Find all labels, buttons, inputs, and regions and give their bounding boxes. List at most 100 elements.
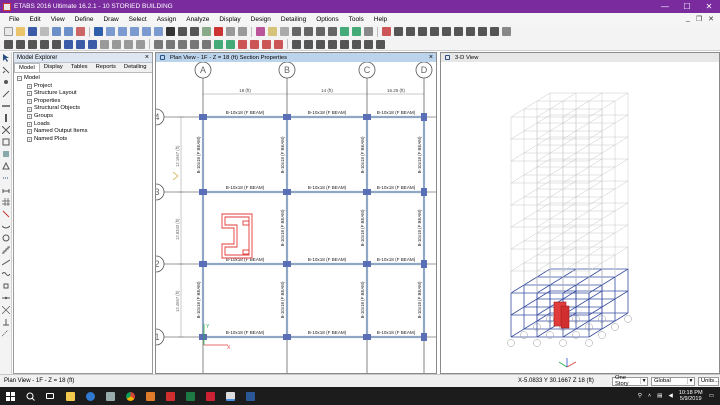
file-explorer-icon[interactable]: [60, 387, 80, 405]
close-icon[interactable]: ×: [145, 54, 152, 61]
selected-core-3d[interactable]: [553, 301, 570, 329]
draw-brace-icon[interactable]: [328, 27, 337, 36]
show-loads-icon[interactable]: [238, 39, 247, 49]
new-model-icon[interactable]: [4, 27, 13, 36]
draw-column-icon[interactable]: [316, 27, 325, 36]
load-combo-icon[interactable]: [136, 39, 145, 49]
filter-icon[interactable]: [442, 27, 451, 36]
pier-label-icon[interactable]: [214, 39, 223, 49]
tree-node-named-output-items[interactable]: + Named Output Items: [17, 128, 149, 136]
start-button[interactable]: [0, 387, 20, 405]
autocad-icon[interactable]: [200, 387, 220, 405]
steel-design-icon[interactable]: [304, 39, 313, 49]
edge-browser-icon[interactable]: [80, 387, 100, 405]
snap-intersection-icon[interactable]: [1, 306, 10, 314]
tree-node-project[interactable]: + Project: [17, 83, 149, 91]
menu-detailing[interactable]: Detailing: [276, 16, 311, 23]
elevation-view-icon[interactable]: [190, 27, 199, 36]
tab-display[interactable]: Display: [40, 63, 67, 72]
menu-assign[interactable]: Assign: [152, 16, 182, 23]
force-diagram-icon[interactable]: [262, 39, 271, 49]
draw-wave-icon[interactable]: [1, 270, 10, 278]
chrome-icon[interactable]: [120, 387, 140, 405]
zoom-window-icon[interactable]: [106, 27, 115, 36]
close-icon[interactable]: ×: [429, 54, 436, 61]
snap-extension-icon[interactable]: [1, 330, 10, 338]
zoom-out-icon[interactable]: [130, 27, 139, 36]
maximize-button[interactable]: ☐: [676, 0, 698, 13]
menu-view[interactable]: View: [46, 16, 70, 23]
deformed-shape-icon[interactable]: [250, 39, 259, 49]
draw-wall-icon[interactable]: [2, 150, 10, 158]
expand-icon[interactable]: +: [27, 83, 32, 89]
draw-link-icon[interactable]: [2, 174, 10, 182]
options-icon[interactable]: [502, 27, 511, 36]
spandrel-label-icon[interactable]: [226, 39, 235, 49]
pin-icon[interactable]: [445, 55, 450, 60]
menu-select[interactable]: Select: [124, 16, 152, 23]
menu-help[interactable]: Help: [369, 16, 392, 23]
network-icon[interactable]: ▤: [657, 393, 662, 399]
print-icon[interactable]: [40, 27, 49, 36]
draw-joint-icon[interactable]: [292, 27, 301, 36]
notifications-icon[interactable]: ▭: [709, 393, 714, 399]
draw-column-icon[interactable]: [2, 114, 10, 122]
tab-detailing[interactable]: Detailing: [120, 63, 151, 72]
draw-grid-icon[interactable]: [1, 198, 10, 206]
expand-icon[interactable]: +: [27, 91, 32, 97]
draw-floor-icon[interactable]: [340, 27, 349, 36]
app-icon-orange[interactable]: [140, 387, 160, 405]
tree-node-loads[interactable]: + Loads: [17, 121, 149, 129]
expand-icon[interactable]: +: [27, 137, 32, 143]
plan-view-window[interactable]: Plan View - 1F - Z = 18 (ft) Section Pro…: [155, 52, 437, 374]
restraint-icon[interactable]: [154, 39, 163, 49]
undo-icon[interactable]: [52, 27, 61, 36]
measure-icon[interactable]: [466, 27, 475, 36]
material-icon[interactable]: [100, 39, 109, 49]
run-analysis-icon[interactable]: [94, 27, 103, 36]
perspective-icon[interactable]: [214, 27, 223, 36]
units-button[interactable]: Units...: [698, 376, 719, 386]
display-table-icon[interactable]: [454, 27, 463, 36]
open-icon[interactable]: [16, 27, 25, 36]
slab-section-icon[interactable]: [76, 39, 85, 49]
redo-icon[interactable]: [64, 27, 73, 36]
collapse-icon[interactable]: −: [17, 76, 22, 82]
draw-point-icon[interactable]: [2, 78, 10, 86]
view-3d-window[interactable]: 3-D View: [440, 52, 720, 374]
word-icon[interactable]: [240, 387, 260, 405]
store-icon[interactable]: [100, 387, 120, 405]
report-icon[interactable]: [352, 39, 361, 49]
draw-wall-icon[interactable]: [352, 27, 361, 36]
tree-node-structure-layout[interactable]: + Structure Layout: [17, 90, 149, 98]
story-dropdown[interactable]: One Story ▼: [612, 375, 648, 387]
lock-icon[interactable]: [76, 27, 85, 36]
expand-icon[interactable]: +: [27, 121, 32, 127]
snap-icon[interactable]: [2, 282, 10, 290]
menu-options[interactable]: Options: [311, 16, 343, 23]
detailing-icon[interactable]: [340, 39, 349, 49]
task-view-icon[interactable]: [40, 387, 60, 405]
draw-brace-icon[interactable]: [1, 126, 10, 134]
acrobat-icon[interactable]: [160, 387, 180, 405]
tree-node-named-plots[interactable]: + Named Plots: [17, 136, 149, 144]
coordinate-system-dropdown[interactable]: Global ▼: [651, 376, 695, 386]
draw-stair-icon[interactable]: [1, 246, 10, 254]
mdi-restore-button[interactable]: ❐: [696, 15, 702, 23]
plan-view-title-bar[interactable]: Plan View - 1F - Z = 18 (ft) Section Pro…: [156, 53, 436, 62]
paste-icon[interactable]: [28, 39, 37, 49]
menu-display[interactable]: Display: [214, 16, 245, 23]
zoom-in-icon[interactable]: [118, 27, 127, 36]
menu-analyze[interactable]: Analyze: [181, 16, 214, 23]
tree-node-model[interactable]: − Model: [17, 75, 149, 83]
menu-file[interactable]: File: [4, 16, 24, 23]
minimize-button[interactable]: —: [654, 0, 676, 13]
draw-ramp-icon[interactable]: [1, 258, 10, 266]
pan-icon[interactable]: [154, 27, 163, 36]
menu-define[interactable]: Define: [70, 16, 99, 23]
release-icon[interactable]: [178, 39, 187, 49]
view-3d-canvas[interactable]: [441, 62, 720, 374]
load-case-icon[interactable]: [124, 39, 133, 49]
draw-line-icon[interactable]: [2, 90, 10, 98]
move-up-icon[interactable]: [226, 27, 235, 36]
